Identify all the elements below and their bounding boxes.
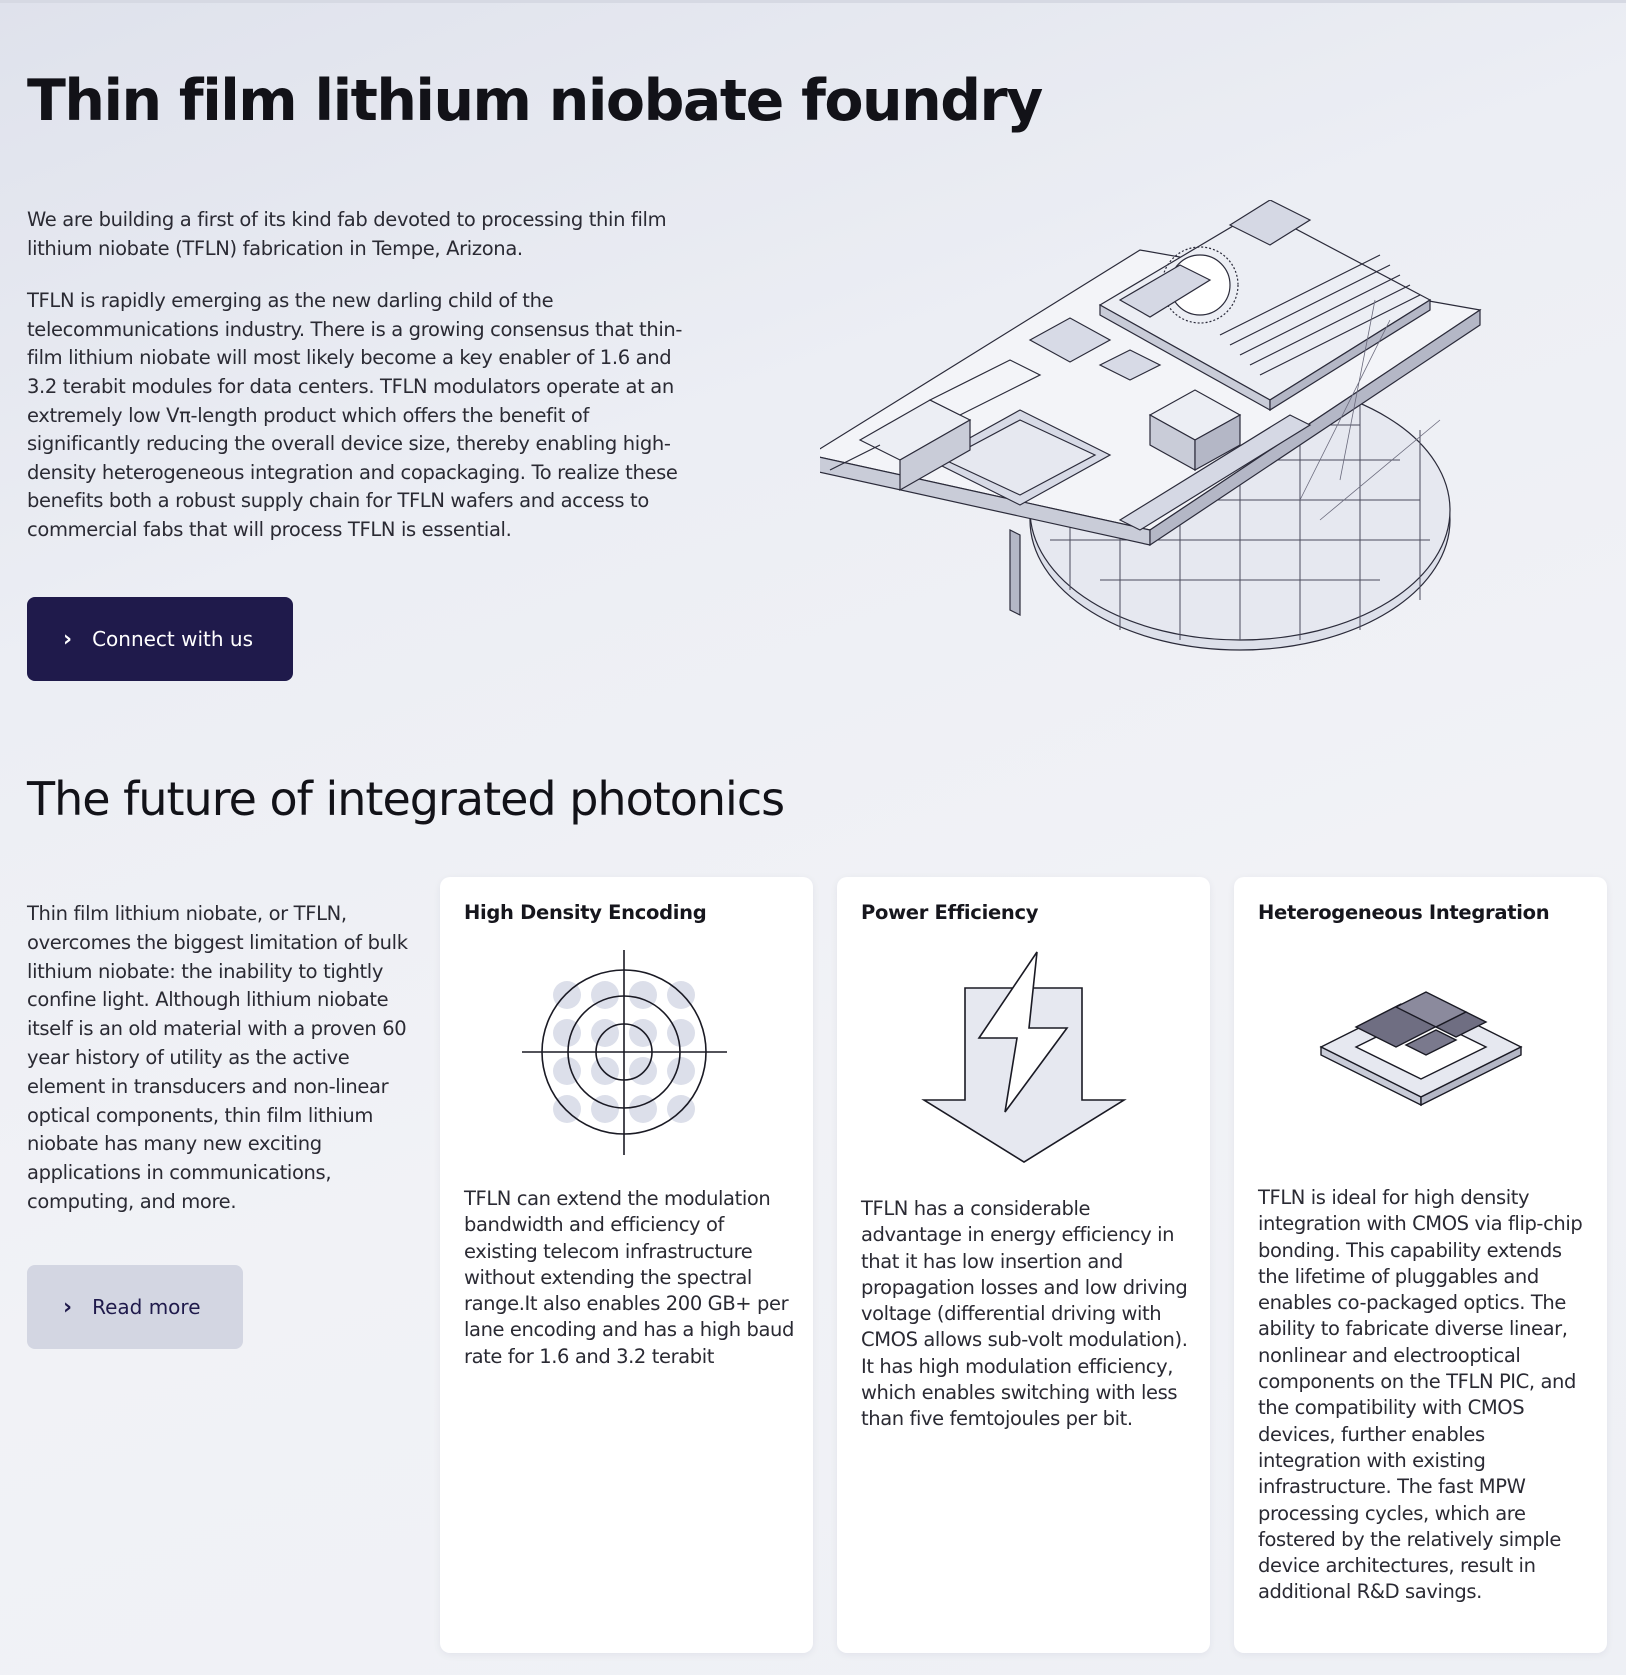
hero-intro: We are building a first of its kind fab … bbox=[27, 206, 687, 569]
chevron-right-icon: › bbox=[63, 1294, 73, 1320]
connect-with-us-button[interactable]: › Connect with us bbox=[27, 597, 293, 681]
feature-card-heterogeneous-integration: Heterogeneous Integration TFLN is ideal … bbox=[1234, 877, 1607, 1653]
hero-paragraph: TFLN is rapidly emerging as the new darl… bbox=[27, 289, 683, 541]
read-more-button[interactable]: › Read more bbox=[27, 1265, 243, 1349]
card-body: TFLN has a considerable advantage in ene… bbox=[861, 1197, 1188, 1431]
photonic-chip-wafer-illustration bbox=[820, 200, 1482, 651]
section-description: Thin film lithium niobate, or TFLN, over… bbox=[27, 902, 408, 1213]
feature-card-power-efficiency: Power Efficiency TFLN has a considerable… bbox=[837, 877, 1210, 1653]
read-more-label: Read more bbox=[92, 1295, 201, 1319]
constellation-target-icon bbox=[521, 950, 727, 1155]
page-title: Thin film lithium niobate foundry bbox=[27, 68, 1043, 134]
card-title: Heterogeneous Integration bbox=[1258, 901, 1550, 924]
card-body: TFLN is ideal for high density integrati… bbox=[1258, 1186, 1583, 1604]
chevron-right-icon: › bbox=[63, 626, 73, 652]
card-title: Power Efficiency bbox=[861, 901, 1039, 924]
feature-card-high-density-encoding: High Density Encoding TFLN can extend th… bbox=[440, 877, 813, 1653]
lightning-arrow-icon bbox=[920, 951, 1127, 1163]
card-body: TFLN can extend the modulation bandwidth… bbox=[464, 1187, 794, 1368]
card-title: High Density Encoding bbox=[464, 901, 707, 924]
stacked-chips-icon bbox=[1318, 991, 1523, 1107]
connect-button-label: Connect with us bbox=[92, 627, 254, 651]
hero-paragraph: We are building a first of its kind fab … bbox=[27, 208, 667, 260]
top-border bbox=[0, 0, 1626, 3]
section-title: The future of integrated photonics bbox=[27, 772, 785, 826]
